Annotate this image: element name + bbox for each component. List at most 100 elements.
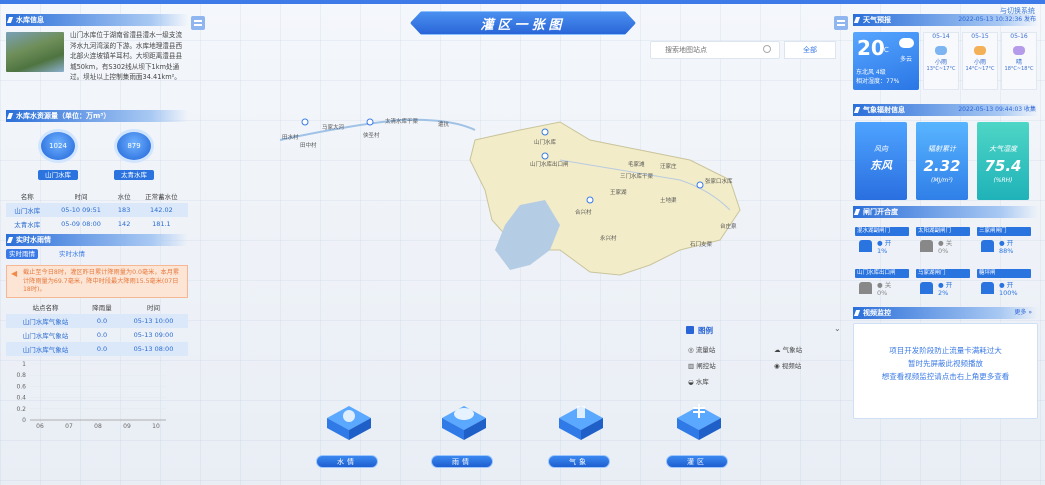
- gate-name: 太阳湖副闸门: [916, 227, 970, 236]
- station-marker: [301, 118, 309, 126]
- all-filter-button[interactable]: 全部: [784, 41, 836, 59]
- map-legend: 图例 ⌄ ◎ 流量站 ☁ 气象站 ▥ 闸控站 ◉ 视频站 ◒ 水库: [686, 324, 846, 394]
- rain-alert: ◀ 截止至今日8时，灌区昨日累计降雨量为0.0毫米，本月累计降雨量为69.7毫米…: [6, 265, 188, 298]
- wind-direction-card: 风向 东风: [855, 122, 907, 200]
- col-header: 水位: [117, 193, 131, 201]
- table-row[interactable]: 山门水库气象站 0.0 05-13 08:00: [6, 342, 188, 356]
- card-value: 75.4: [984, 157, 1022, 175]
- gate-state: ● 开: [877, 239, 892, 247]
- forecast-cond: 晴: [1015, 59, 1022, 66]
- forecast-day: 05-14 小雨 13°C~17°C: [923, 32, 959, 90]
- gate-icon: [859, 282, 872, 294]
- station-marker: [586, 196, 594, 204]
- forecast-date: 05-14: [932, 33, 950, 40]
- gate-icon: [920, 240, 933, 252]
- gate-pct: 88%: [999, 247, 1014, 255]
- x-tick-label: 08: [94, 423, 102, 430]
- gate-name: 糖坪闸: [977, 269, 1031, 278]
- left-panel-toggle-icon[interactable]: [191, 16, 205, 30]
- gate-name: 山门水库出口闸: [855, 269, 909, 278]
- top-accent-bar: [0, 0, 1045, 4]
- map-label: 石门支渠: [690, 242, 713, 248]
- weather-panel: 20 ℃ 多云 东北风 4级 相对湿度：77% 05-14 小雨 13°C~17°C…: [853, 32, 1038, 104]
- tab-realtime-rain[interactable]: 实时雨情: [6, 249, 38, 259]
- storage-balls: 1024 山门水库 879 太青水库: [6, 125, 188, 183]
- card-label: 风向: [874, 145, 888, 153]
- map-search-input[interactable]: [651, 42, 751, 58]
- met-time: 2022-05-13 09:44:03 收集: [958, 106, 1036, 113]
- gate-state: ● 开: [999, 239, 1014, 247]
- gate-state: ● 关: [938, 239, 953, 247]
- gate-item[interactable]: 太阳湖副闸门 ● 关 0%: [916, 227, 970, 265]
- right-panel-toggle-icon[interactable]: [834, 16, 848, 30]
- gate-item[interactable]: 混水湖副闸门 ● 开 1%: [855, 227, 909, 265]
- map-search-box[interactable]: [650, 41, 780, 59]
- map-label: 山门水库: [534, 140, 557, 146]
- gate-item[interactable]: 糖坪闸 ● 开 100%: [977, 269, 1031, 307]
- gate-item[interactable]: 马家湖闸门 ● 开 2%: [916, 269, 970, 307]
- gate-grid: 混水湖副闸门 ● 开 1% 太阳湖副闸门 ● 关 0% 三家闸闸门 ● 开 88% 山门水库…: [853, 223, 1038, 303]
- gate-status: ● 开 2%: [938, 281, 952, 297]
- gate-name: 三家闸闸门: [977, 227, 1031, 236]
- map-label: 土地渠: [660, 198, 677, 204]
- tile-irrigation[interactable]: 灌区: [663, 396, 733, 476]
- met-title: 气象辐射信息: [863, 106, 905, 114]
- rain-cloud-icon: [442, 406, 486, 440]
- table-cell: 05-13 08:00: [118, 342, 188, 356]
- table-row[interactable]: 山门水库气象站 0.0 05-13 09:00: [6, 328, 188, 342]
- tile-weather-label: 气象: [548, 455, 610, 468]
- tile-water-label: 水情: [316, 455, 378, 468]
- map-label: 台庄泉: [720, 224, 737, 230]
- legend-label: 闸控站: [696, 362, 716, 370]
- gate-header: 闸门开合度: [853, 206, 1038, 218]
- forecast-date: 05-16: [1010, 33, 1028, 40]
- gate-item[interactable]: 三家闸闸门 ● 开 88%: [977, 227, 1031, 265]
- table-cell: 181.1: [152, 220, 171, 228]
- forecast-day: 05-16 晴 18°C~18°C: [1001, 32, 1037, 90]
- wind-info: 东北风 4级: [856, 69, 886, 76]
- col-header: 时间: [146, 304, 160, 312]
- tab-realtime-water[interactable]: 实时水情: [56, 249, 88, 259]
- tile-rain-label: 雨情: [431, 455, 493, 468]
- reservoir-intro: 山门水库位于湖南省澧县澧水一级支流涔水九河湾溪的下游。水库地理澧县西北部火连坡镇…: [6, 30, 188, 110]
- table-row[interactable]: 山门水库气象站 0.0 05-13 10:00: [6, 314, 188, 328]
- legend-item-reservoir: ◒ 水库: [688, 378, 709, 386]
- map-label: 三门水库干渠: [620, 174, 654, 180]
- rain-chart: 0 0.2 0.4 0.6 0.8 1 06 07 08 09 10: [16, 361, 166, 430]
- map-label: 永兴村: [600, 236, 617, 242]
- gate-item[interactable]: 山门水库出口闸 ● 关 0%: [855, 269, 909, 307]
- forecast-date: 05-15: [971, 33, 989, 40]
- forecast-cond: 小雨: [973, 59, 986, 66]
- irrigation-icon: [677, 404, 721, 440]
- table-row[interactable]: 太青水库 05-09 08:00 142 181.1: [6, 217, 188, 231]
- y-tick-label: 1: [22, 361, 26, 368]
- gate-icon: [981, 282, 994, 294]
- gate-icon: [920, 282, 933, 294]
- forecast-range: 14°C~17°C: [965, 66, 995, 72]
- gate-state: ● 关: [877, 281, 892, 289]
- map-label: 毛家滩: [628, 162, 645, 168]
- tile-water[interactable]: 水情: [313, 396, 383, 476]
- humidity-card: 大气湿度 75.4 (%RH): [977, 122, 1029, 200]
- card-value: 2.32: [923, 157, 961, 175]
- table-cell: 太青水库: [14, 221, 41, 229]
- irrigation-map[interactable]: [260, 100, 780, 310]
- legend-item-flow: ◎ 流量站: [688, 346, 716, 354]
- legend-label: 视频站: [781, 362, 802, 370]
- water-icon: [327, 406, 371, 440]
- gate-pct: 1%: [877, 247, 888, 255]
- tile-rain[interactable]: 雨情: [428, 396, 498, 476]
- table-row[interactable]: 山门水库 05-10 09:51 183 142.02: [6, 203, 188, 217]
- tile-irrigation-label: 灌区: [666, 455, 728, 468]
- legend-collapse-icon[interactable]: ⌄: [834, 324, 841, 333]
- search-icon[interactable]: [763, 45, 771, 53]
- table-cell: 142.02: [134, 203, 188, 217]
- map-label: 山门水库出口闸: [530, 162, 569, 168]
- col-header: 名称: [20, 193, 34, 201]
- weather-header: 天气预报 2022-05-13 10:32:36 发布: [853, 14, 1038, 26]
- tile-weather[interactable]: 气象: [545, 396, 615, 476]
- storage-header: 水库水资源量（单位：万m³）: [6, 110, 188, 122]
- gate-state: ● 开: [999, 281, 1014, 289]
- more-link[interactable]: 更多 »: [1014, 307, 1032, 319]
- gate-status: ● 关 0%: [877, 281, 891, 297]
